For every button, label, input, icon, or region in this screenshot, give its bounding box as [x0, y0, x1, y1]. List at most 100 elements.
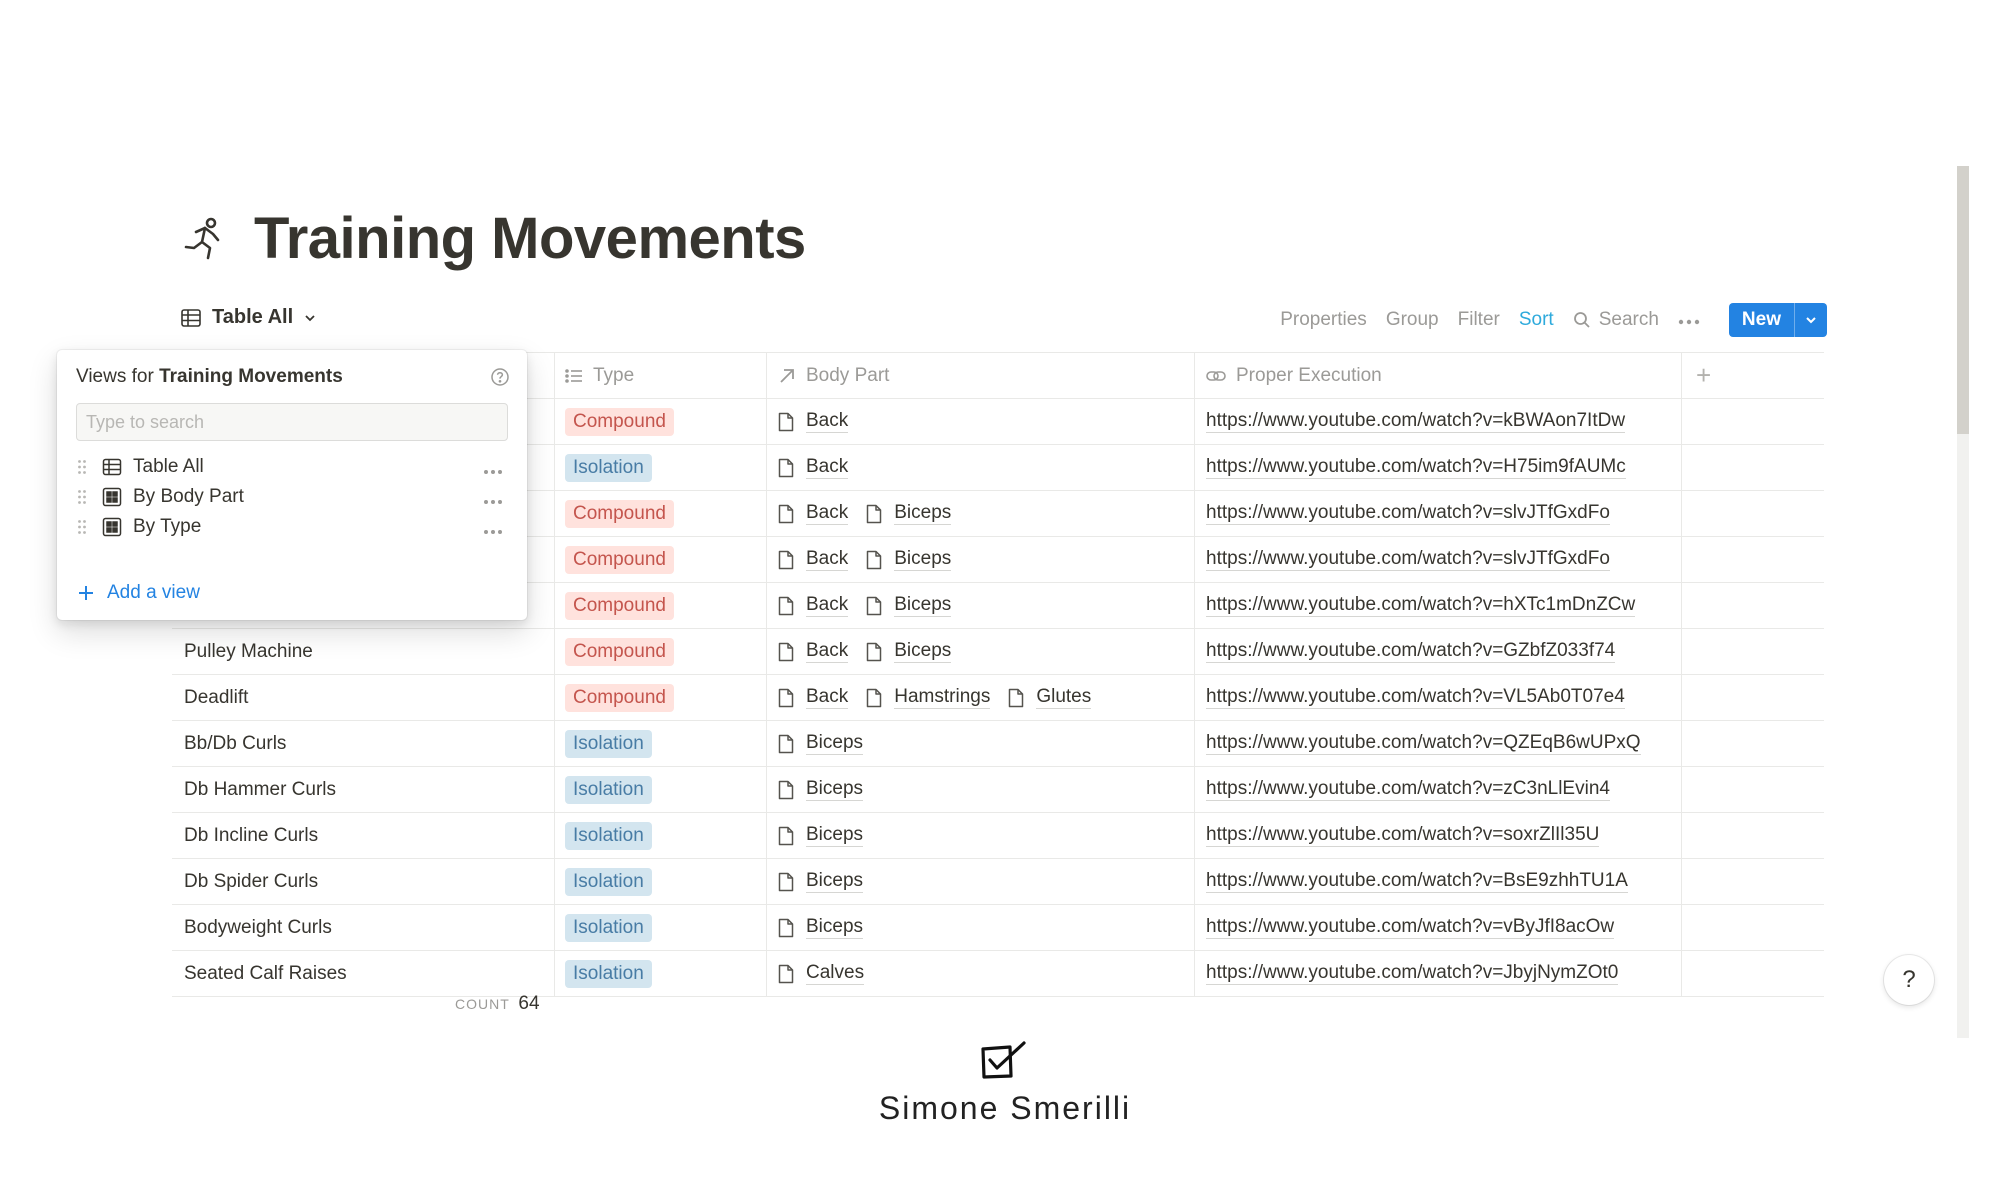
- cell-name[interactable]: Bb/Db Curls: [172, 721, 555, 766]
- execution-link[interactable]: https://www.youtube.com/watch?v=VL5Ab0T0…: [1206, 686, 1625, 709]
- execution-link[interactable]: https://www.youtube.com/watch?v=vByJfI8a…: [1206, 916, 1615, 939]
- cell-body-part[interactable]: Calves: [767, 951, 1195, 996]
- view-switcher[interactable]: Table All: [180, 306, 317, 329]
- cell-name[interactable]: Pulley Machine: [172, 629, 555, 674]
- table-row[interactable]: Bb/Db Curls Isolation Biceps https://www.yo…: [172, 721, 1824, 767]
- cell-name[interactable]: Deadlift: [172, 675, 555, 720]
- drag-handle-icon[interactable]: [73, 519, 91, 535]
- body-part-relation[interactable]: Biceps: [866, 594, 952, 617]
- help-button[interactable]: ?: [1884, 955, 1934, 1005]
- body-part-relation[interactable]: Biceps: [778, 916, 864, 939]
- cell-proper-execution[interactable]: https://www.youtube.com/watch?v=QZEqB6wU…: [1195, 721, 1682, 766]
- cell-proper-execution[interactable]: https://www.youtube.com/watch?v=GZbfZ033…: [1195, 629, 1682, 674]
- cell-type[interactable]: Compound: [555, 629, 767, 674]
- body-part-relation[interactable]: Biceps: [866, 502, 952, 525]
- cell-body-part[interactable]: Biceps: [767, 905, 1195, 950]
- execution-link[interactable]: https://www.youtube.com/watch?v=H75im9fA…: [1206, 456, 1626, 479]
- cell-proper-execution[interactable]: https://www.youtube.com/watch?v=H75im9fA…: [1195, 445, 1682, 490]
- cell-type[interactable]: Compound: [555, 675, 767, 720]
- body-part-relation[interactable]: Biceps: [778, 870, 864, 893]
- execution-link[interactable]: https://www.youtube.com/watch?v=hXTc1mDn…: [1206, 594, 1636, 617]
- header-proper-execution[interactable]: Proper Execution: [1195, 353, 1682, 398]
- new-button[interactable]: New: [1729, 303, 1794, 337]
- body-part-relation[interactable]: Back: [778, 410, 849, 433]
- execution-link[interactable]: https://www.youtube.com/watch?v=GZbfZ033…: [1206, 640, 1616, 663]
- cell-type[interactable]: Compound: [555, 583, 767, 628]
- execution-link[interactable]: https://www.youtube.com/watch?v=QZEqB6wU…: [1206, 732, 1641, 755]
- view-item[interactable]: Table All: [73, 450, 511, 484]
- execution-link[interactable]: https://www.youtube.com/watch?v=kBWAon7I…: [1206, 410, 1626, 433]
- search-button[interactable]: Search: [1573, 309, 1659, 331]
- cell-proper-execution[interactable]: https://www.youtube.com/watch?v=slvJTfGx…: [1195, 537, 1682, 582]
- body-part-relation[interactable]: Biceps: [778, 732, 864, 755]
- drag-handle-icon[interactable]: [73, 459, 91, 475]
- cell-type[interactable]: Isolation: [555, 951, 767, 996]
- execution-link[interactable]: https://www.youtube.com/watch?v=BsE9zhhT…: [1206, 870, 1628, 893]
- page-title[interactable]: Training Movements: [254, 205, 806, 272]
- cell-body-part[interactable]: Back Biceps: [767, 537, 1195, 582]
- body-part-relation[interactable]: Back: [778, 640, 849, 663]
- table-row[interactable]: Db Spider Curls Isolation Biceps https://ww…: [172, 859, 1824, 905]
- cell-proper-execution[interactable]: https://www.youtube.com/watch?v=hXTc1mDn…: [1195, 583, 1682, 628]
- sort-button[interactable]: Sort: [1519, 309, 1554, 331]
- cell-type[interactable]: Isolation: [555, 721, 767, 766]
- cell-proper-execution[interactable]: https://www.youtube.com/watch?v=JbyjNymZ…: [1195, 951, 1682, 996]
- cell-body-part[interactable]: Biceps: [767, 721, 1195, 766]
- cell-name[interactable]: Db Spider Curls: [172, 859, 555, 904]
- body-part-relation[interactable]: Back: [778, 686, 849, 709]
- cell-proper-execution[interactable]: https://www.youtube.com/watch?v=kBWAon7I…: [1195, 399, 1682, 444]
- more-options-icon[interactable]: [483, 489, 503, 511]
- group-button[interactable]: Group: [1386, 309, 1439, 331]
- cell-body-part[interactable]: Back: [767, 445, 1195, 490]
- cell-proper-execution[interactable]: https://www.youtube.com/watch?v=slvJTfGx…: [1195, 491, 1682, 536]
- cell-proper-execution[interactable]: https://www.youtube.com/watch?v=zC3nLlEv…: [1195, 767, 1682, 812]
- body-part-relation[interactable]: Biceps: [778, 824, 864, 847]
- table-row[interactable]: Db Hammer Curls Isolation Biceps https://ww…: [172, 767, 1824, 813]
- execution-link[interactable]: https://www.youtube.com/watch?v=slvJTfGx…: [1206, 502, 1610, 525]
- body-part-relation[interactable]: Back: [778, 594, 849, 617]
- body-part-relation[interactable]: Back: [778, 502, 849, 525]
- scrollbar-thumb[interactable]: [1957, 166, 1969, 434]
- add-column-button[interactable]: +: [1682, 353, 1824, 398]
- cell-proper-execution[interactable]: https://www.youtube.com/watch?v=soxrZlIl…: [1195, 813, 1682, 858]
- cell-type[interactable]: Isolation: [555, 767, 767, 812]
- cell-type[interactable]: Isolation: [555, 859, 767, 904]
- cell-type[interactable]: Compound: [555, 491, 767, 536]
- new-dropdown-button[interactable]: [1794, 303, 1827, 337]
- help-circle-icon[interactable]: [490, 367, 510, 392]
- cell-body-part[interactable]: Back Biceps: [767, 629, 1195, 674]
- body-part-relation[interactable]: Hamstrings: [866, 686, 991, 709]
- body-part-relation[interactable]: Back: [778, 456, 849, 479]
- running-person-icon[interactable]: [180, 215, 228, 263]
- cell-type[interactable]: Isolation: [555, 445, 767, 490]
- cell-body-part[interactable]: Back: [767, 399, 1195, 444]
- cell-body-part[interactable]: Biceps: [767, 859, 1195, 904]
- cell-proper-execution[interactable]: https://www.youtube.com/watch?v=VL5Ab0T0…: [1195, 675, 1682, 720]
- cell-type[interactable]: Isolation: [555, 813, 767, 858]
- more-options-icon[interactable]: [483, 459, 503, 481]
- more-options-icon[interactable]: [483, 519, 503, 541]
- cell-body-part[interactable]: Back Hamstrings Glutes: [767, 675, 1195, 720]
- execution-link[interactable]: https://www.youtube.com/watch?v=soxrZlIl…: [1206, 824, 1600, 847]
- scrollbar[interactable]: [1957, 166, 1969, 1038]
- cell-proper-execution[interactable]: https://www.youtube.com/watch?v=BsE9zhhT…: [1195, 859, 1682, 904]
- more-options-icon[interactable]: [1678, 309, 1700, 331]
- table-row[interactable]: Deadlift Compound Back Hamstrings Glutes http…: [172, 675, 1824, 721]
- cell-body-part[interactable]: Back Biceps: [767, 583, 1195, 628]
- table-row[interactable]: Db Incline Curls Isolation Biceps https://w…: [172, 813, 1824, 859]
- cell-body-part[interactable]: Biceps: [767, 813, 1195, 858]
- cell-name[interactable]: Seated Calf Raises: [172, 951, 555, 996]
- body-part-relation[interactable]: Biceps: [866, 548, 952, 571]
- views-search-input[interactable]: [76, 403, 508, 441]
- table-row[interactable]: Pulley Machine Compound Back Biceps https://…: [172, 629, 1824, 675]
- execution-link[interactable]: https://www.youtube.com/watch?v=slvJTfGx…: [1206, 548, 1610, 571]
- execution-link[interactable]: https://www.youtube.com/watch?v=zC3nLlEv…: [1206, 778, 1610, 801]
- filter-button[interactable]: Filter: [1458, 309, 1500, 331]
- cell-type[interactable]: Isolation: [555, 905, 767, 950]
- drag-handle-icon[interactable]: [73, 489, 91, 505]
- cell-name[interactable]: Db Hammer Curls: [172, 767, 555, 812]
- view-item[interactable]: By Body Part: [73, 480, 511, 514]
- cell-body-part[interactable]: Biceps: [767, 767, 1195, 812]
- cell-name[interactable]: Bodyweight Curls: [172, 905, 555, 950]
- body-part-relation[interactable]: Back: [778, 548, 849, 571]
